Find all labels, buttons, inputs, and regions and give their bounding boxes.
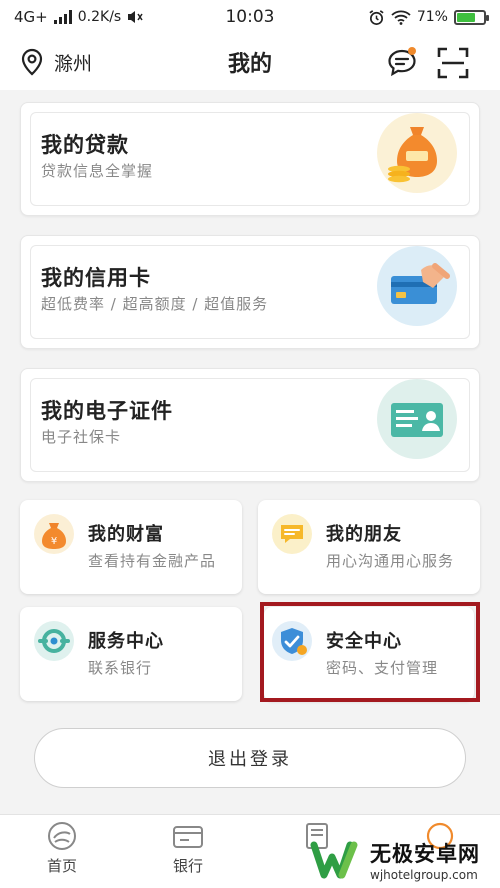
e-certificate-card-subtitle: 电子社保卡 — [41, 428, 122, 446]
wealth-card-title: 我的财富 — [88, 524, 164, 545]
status-bar: 4G+ 0.2K/s 10:03 71% — [0, 0, 500, 34]
status-time: 10:03 — [225, 7, 275, 27]
home-icon — [48, 822, 76, 850]
e-certificate-card-title: 我的电子证件 — [41, 399, 173, 423]
money-bag-icon — [377, 113, 457, 193]
tab-home[interactable]: 首页 — [27, 821, 97, 876]
watermark: 无极安卓网 wjhotelgroup.com — [310, 832, 500, 888]
service-center-card[interactable]: 服务中心 联系银行 — [20, 607, 242, 701]
network-speed: 0.2K/s — [77, 9, 122, 25]
service-center-card-title: 服务中心 — [88, 631, 164, 652]
tab-bank-label: 银行 — [172, 857, 203, 875]
location-name: 滁州 — [54, 52, 93, 75]
wealth-card-subtitle: 查看持有金融产品 — [88, 552, 217, 570]
message-icon[interactable] — [386, 46, 418, 78]
bank-icon — [173, 826, 203, 848]
location-pin-icon — [21, 48, 43, 76]
tab-bank[interactable]: 银行 — [153, 821, 223, 876]
signal-icon — [53, 10, 72, 24]
mute-icon — [128, 11, 143, 23]
scan-icon[interactable] — [436, 46, 470, 80]
loan-card[interactable]: 我的贷款 贷款信息全掌握 — [20, 102, 480, 216]
svg-text:¥: ¥ — [51, 536, 57, 547]
id-card-icon — [377, 379, 457, 459]
e-certificate-card[interactable]: 我的电子证件 电子社保卡 — [20, 368, 480, 482]
credit-card-card[interactable]: 我的信用卡 超低费率 / 超高额度 / 超值服务 — [20, 235, 480, 349]
loan-card-title: 我的贷款 — [41, 133, 129, 157]
network-type: 4G+ — [14, 8, 48, 26]
location-selector[interactable]: 滁州 — [20, 48, 92, 76]
top-nav-bar: 滁州 我的 — [0, 34, 500, 90]
watermark-logo-icon — [310, 841, 358, 879]
content-area: 我的贷款 贷款信息全掌握 我的信用卡 超低费率 / 超高额度 / 超值服务 我的… — [0, 90, 500, 814]
alarm-icon — [369, 9, 384, 25]
credit-card-card-subtitle: 超低费率 / 超高额度 / 超值服务 — [41, 295, 269, 313]
watermark-name: 无极安卓网 — [370, 842, 480, 866]
friends-card[interactable]: 我的朋友 用心沟通用心服务 — [258, 500, 480, 594]
friends-card-subtitle: 用心沟通用心服务 — [326, 552, 455, 570]
wifi-icon — [391, 10, 411, 25]
watermark-url: wjhotelgroup.com — [370, 868, 478, 882]
service-center-card-subtitle: 联系银行 — [88, 659, 153, 677]
battery-percent: 71% — [416, 9, 448, 25]
credit-card-card-title: 我的信用卡 — [41, 266, 151, 290]
friends-card-title: 我的朋友 — [326, 524, 402, 545]
service-icon — [34, 621, 74, 661]
battery-icon — [453, 9, 489, 25]
logout-button[interactable]: 退出登录 — [34, 728, 466, 788]
tab-home-label: 首页 — [46, 857, 77, 875]
credit-card-icon — [377, 246, 457, 326]
highlight-frame — [260, 602, 480, 702]
loan-card-subtitle: 贷款信息全掌握 — [41, 162, 154, 180]
friends-icon — [272, 514, 312, 554]
wealth-card[interactable]: ¥ 我的财富 查看持有金融产品 — [20, 500, 242, 594]
wealth-icon: ¥ — [34, 514, 74, 554]
